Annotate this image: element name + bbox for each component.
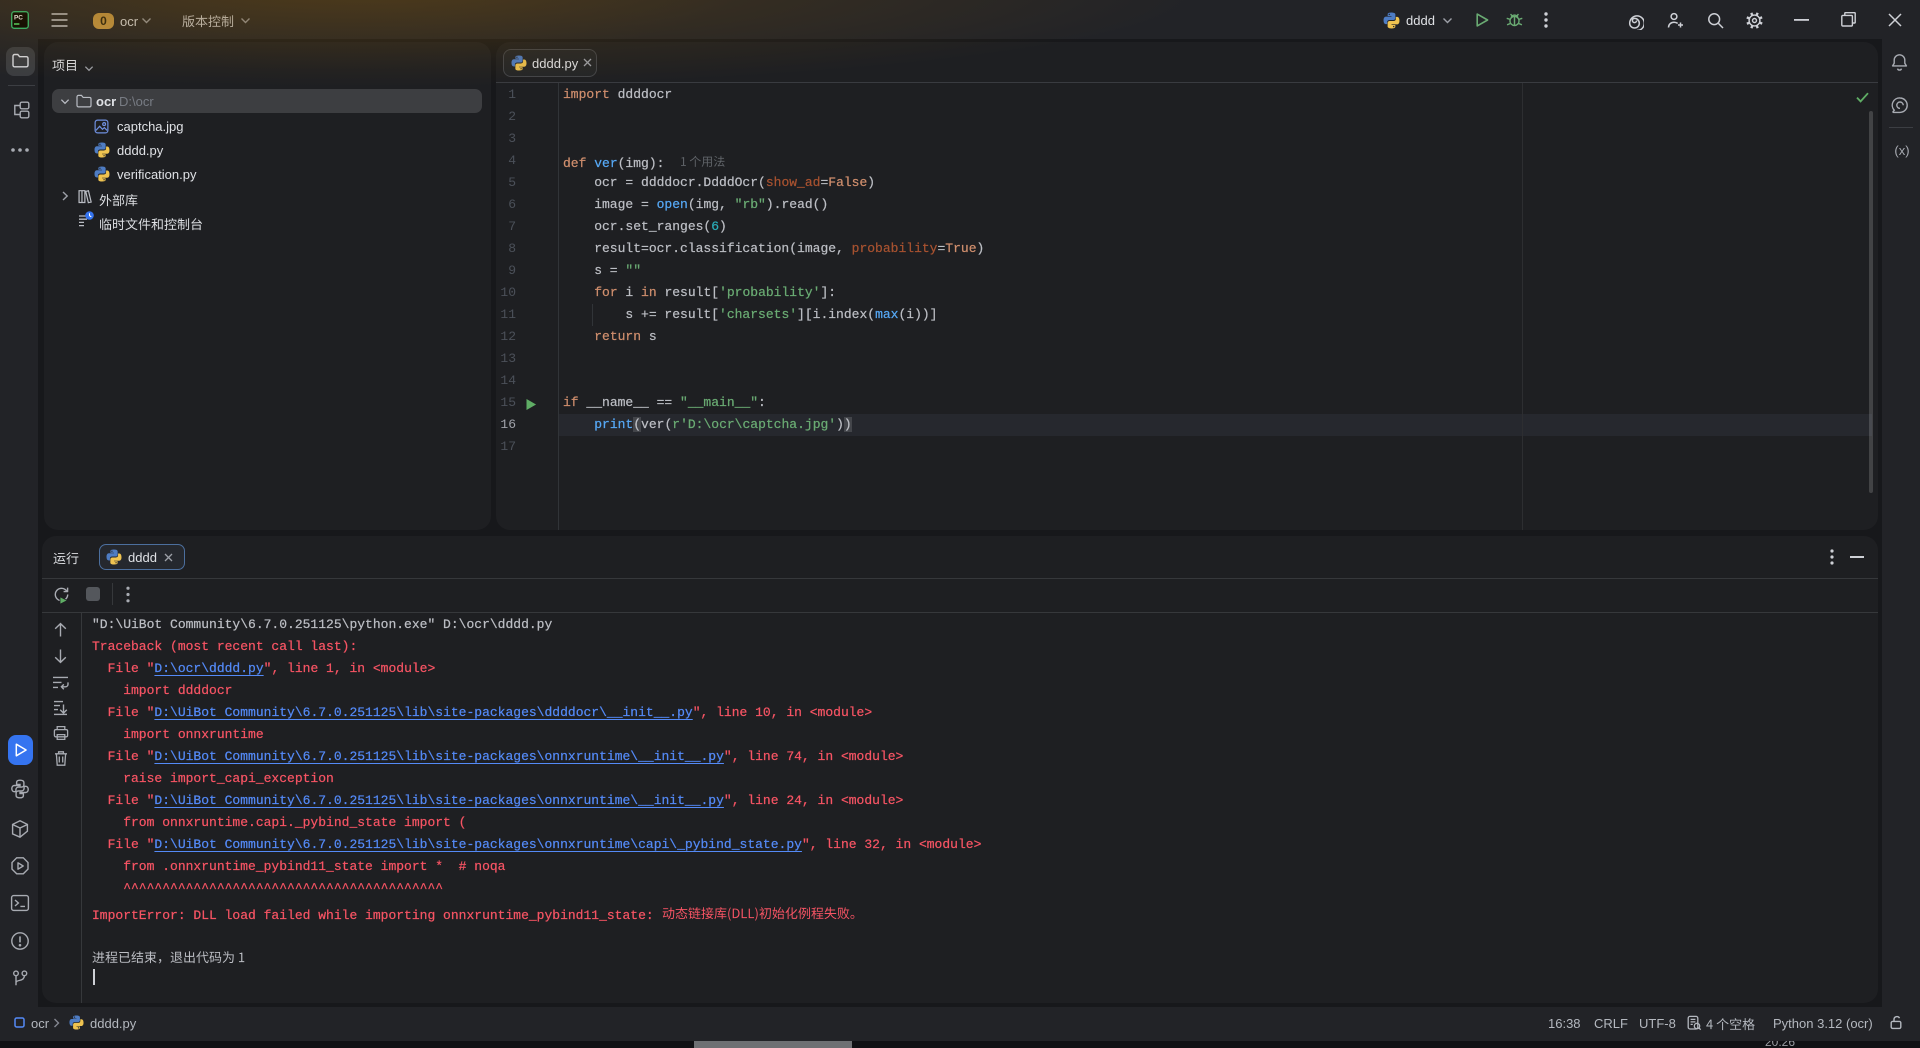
svg-text:PC: PC [14,15,23,22]
